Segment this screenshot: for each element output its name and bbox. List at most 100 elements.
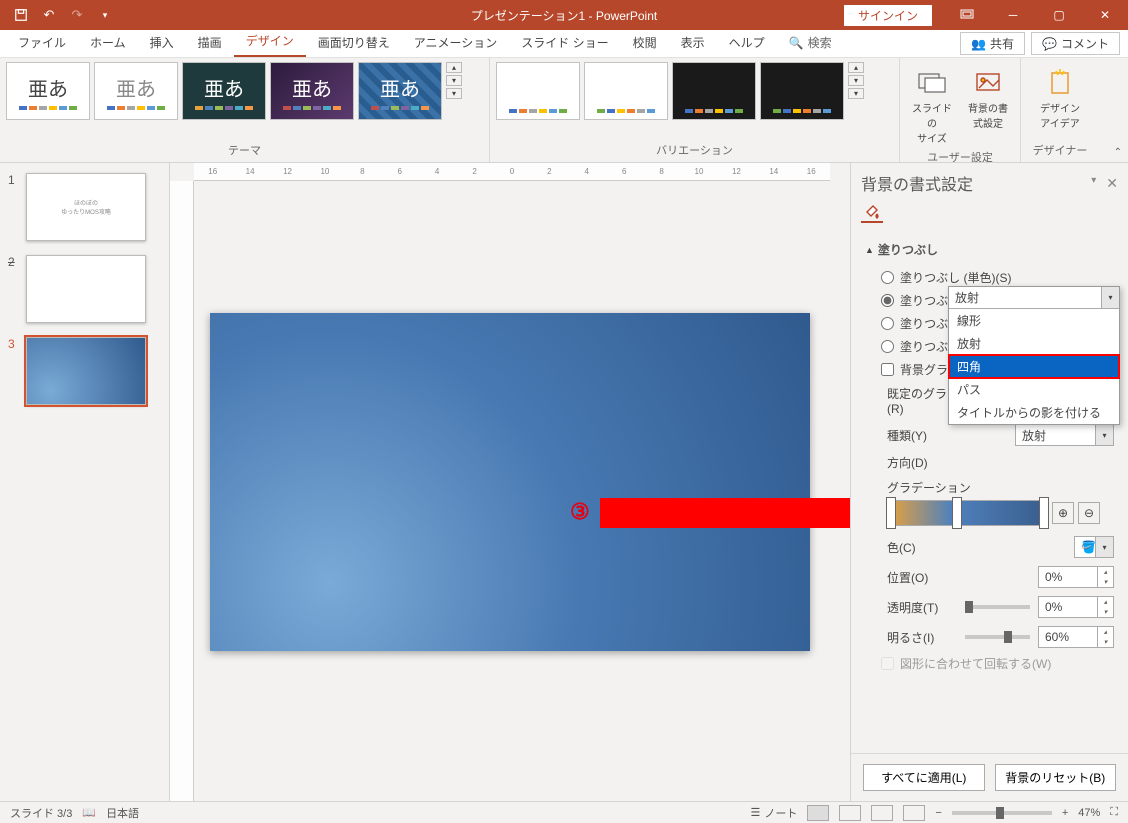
dropdown-option-radial[interactable]: 放射: [949, 332, 1119, 355]
tab-slideshow[interactable]: スライド ショー: [509, 30, 620, 57]
comment-button[interactable]: 💬コメント: [1031, 32, 1120, 55]
variation-thumb-2[interactable]: [584, 62, 668, 120]
dropdown-option-title-shadow[interactable]: タイトルからの影を付ける: [949, 401, 1119, 424]
tab-design[interactable]: デザイン: [234, 28, 306, 57]
maximize-icon[interactable]: ▢: [1036, 0, 1082, 30]
brightness-spinner[interactable]: 60%▴▾: [1038, 626, 1114, 648]
tab-view[interactable]: 表示: [669, 30, 717, 57]
gradient-type-select[interactable]: 放射▾: [1015, 424, 1114, 446]
undo-icon[interactable]: ↶: [38, 4, 60, 26]
tab-insert[interactable]: 挿入: [138, 30, 186, 57]
slideshow-view-icon[interactable]: [903, 805, 925, 821]
theme-sample-text: 亜あ: [204, 73, 244, 102]
spellcheck-icon[interactable]: 📖: [82, 806, 96, 819]
theme-thumb-4[interactable]: 亜あ: [270, 62, 354, 120]
slide-canvas[interactable]: [210, 313, 810, 651]
tab-animation[interactable]: アニメーション: [402, 30, 510, 57]
tab-home[interactable]: ホーム: [78, 30, 138, 57]
variations-more-icon[interactable]: ▾: [848, 88, 864, 99]
slide-size-button[interactable]: スライドの サイズ: [906, 62, 958, 149]
tab-help[interactable]: ヘルプ: [717, 30, 777, 57]
ruler-vertical: [170, 181, 194, 801]
search-box[interactable]: 🔍検索: [777, 30, 844, 57]
fill-tab-icon[interactable]: [861, 201, 883, 223]
redo-icon[interactable]: ↷: [66, 4, 88, 26]
annotation-arrow-icon: [600, 483, 850, 543]
thumb-slide-1[interactable]: 1 ほのぼのゆったりMOS攻略: [8, 173, 161, 241]
thumb-preview: ほのぼのゆったりMOS攻略: [26, 173, 146, 241]
pane-menu-icon[interactable]: ▾: [1091, 175, 1096, 192]
ribbon: 亜あ 亜あ 亜あ 亜あ 亜あ ▴ ▾ ▾ テーマ ▴ ▾ ▾ バリエーション: [0, 58, 1128, 163]
reading-view-icon[interactable]: [871, 805, 893, 821]
save-icon[interactable]: [10, 4, 32, 26]
gradient-stops-bar[interactable]: [887, 500, 1048, 526]
theme-thumb-2[interactable]: 亜あ: [94, 62, 178, 120]
normal-view-icon[interactable]: [807, 805, 829, 821]
slide-sorter-view-icon[interactable]: [839, 805, 861, 821]
variation-thumb-1[interactable]: [496, 62, 580, 120]
ruler-horizontal: 1614121086420246810121416: [194, 163, 830, 181]
background-format-icon: [971, 66, 1005, 100]
dropdown-option-linear[interactable]: 線形: [949, 309, 1119, 332]
theme-thumb-1[interactable]: 亜あ: [6, 62, 90, 120]
tab-transition[interactable]: 画面切り替え: [306, 30, 402, 57]
dropdown-option-path[interactable]: パス: [949, 378, 1119, 401]
variation-thumb-4[interactable]: [760, 62, 844, 120]
zoom-in-icon[interactable]: +: [1062, 807, 1068, 819]
gradient-direction-label: 方向(D): [887, 454, 1007, 471]
tab-review[interactable]: 校閲: [621, 30, 669, 57]
color-label: 色(C): [887, 539, 1007, 556]
ribbon-display-options-icon[interactable]: [944, 0, 990, 30]
color-picker[interactable]: 🪣▾: [1074, 536, 1114, 558]
tab-draw[interactable]: 描画: [186, 30, 234, 57]
notes-button[interactable]: ☰ノート: [751, 805, 798, 821]
background-format-button[interactable]: 背景の書 式設定: [962, 62, 1014, 134]
transparency-slider[interactable]: [965, 605, 1030, 609]
add-stop-icon[interactable]: ⊕: [1052, 502, 1074, 524]
zoom-level[interactable]: 47%: [1078, 807, 1100, 819]
reset-background-button[interactable]: 背景のリセット(B): [995, 764, 1117, 791]
brightness-slider[interactable]: [965, 635, 1030, 639]
dropdown-selected[interactable]: 放射▾: [949, 287, 1119, 309]
variation-thumb-3[interactable]: [672, 62, 756, 120]
themes-scroll-up-icon[interactable]: ▴: [446, 62, 462, 73]
theme-thumb-5[interactable]: 亜あ: [358, 62, 442, 120]
annotation-number-3: ③: [570, 499, 590, 525]
slide-size-icon: [915, 66, 949, 100]
variations-scroll-up-icon[interactable]: ▴: [848, 62, 864, 73]
qat-more-icon[interactable]: ▾: [94, 4, 116, 26]
language-indicator[interactable]: 日本語: [106, 805, 139, 821]
fit-to-window-icon[interactable]: ⛶: [1110, 806, 1118, 819]
thumb-slide-3[interactable]: 3: [8, 337, 161, 405]
slide-counter: スライド 3/3: [10, 805, 72, 821]
share-button[interactable]: 👥共有: [960, 32, 1025, 55]
tab-file[interactable]: ファイル: [6, 30, 78, 57]
thumb-slide-2[interactable]: 2: [8, 255, 161, 323]
signin-button[interactable]: サインイン: [844, 5, 932, 26]
dropdown-option-rectangular[interactable]: 四角: [949, 355, 1119, 378]
pane-title: 背景の書式設定: [861, 171, 973, 195]
themes-scroll-down-icon[interactable]: ▾: [446, 75, 462, 86]
minimize-icon[interactable]: ─: [990, 0, 1036, 30]
themes-more-icon[interactable]: ▾: [446, 88, 462, 99]
theme-thumb-3[interactable]: 亜あ: [182, 62, 266, 120]
close-icon[interactable]: ✕: [1082, 0, 1128, 30]
remove-stop-icon[interactable]: ⊖: [1078, 502, 1100, 524]
search-label: 検索: [808, 34, 832, 51]
zoom-out-icon[interactable]: −: [935, 807, 941, 819]
collapse-ribbon-icon[interactable]: ⌃: [1114, 147, 1122, 158]
position-label: 位置(O): [887, 569, 1007, 586]
design-ideas-button[interactable]: デザイン アイデア: [1034, 62, 1086, 134]
variations-scroll-down-icon[interactable]: ▾: [848, 75, 864, 86]
pane-close-icon[interactable]: ✕: [1106, 175, 1118, 192]
transparency-spinner[interactable]: 0%▴▾: [1038, 596, 1114, 618]
theme-sample-text: 亜あ: [28, 73, 68, 102]
thumb-preview: [26, 255, 146, 323]
apply-to-all-button[interactable]: すべてに適用(L): [863, 764, 985, 791]
position-spinner[interactable]: 0%▴▾: [1038, 566, 1114, 588]
notes-icon: ☰: [751, 806, 761, 819]
design-ideas-icon: [1043, 66, 1077, 100]
fill-section-header[interactable]: ▲塗りつぶし: [865, 241, 1114, 258]
zoom-slider[interactable]: [952, 811, 1052, 815]
share-label: 共有: [990, 35, 1014, 52]
